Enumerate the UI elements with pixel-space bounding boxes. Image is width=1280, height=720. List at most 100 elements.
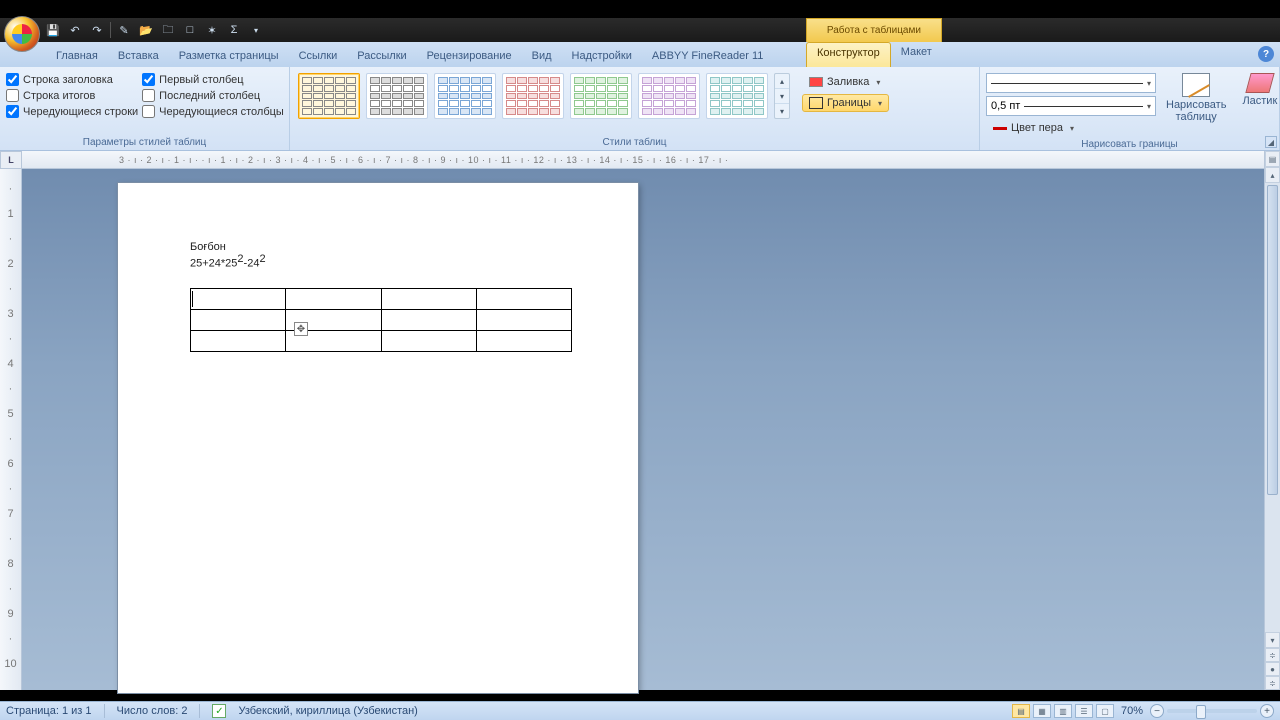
redo-icon[interactable]: ↷	[88, 21, 106, 39]
fullscreen-view-icon[interactable]: ▦	[1033, 704, 1051, 718]
vertical-ruler[interactable]: ·1·2·3·4·5·6·7·8·9·10	[0, 169, 22, 690]
zoom-in-icon[interactable]: +	[1260, 704, 1274, 718]
scroll-down-icon[interactable]: ▾	[1265, 632, 1280, 648]
pen-weight-combo[interactable]: 0,5 пт▾	[986, 96, 1156, 116]
table-tools-context: Работа с таблицами Конструктор Макет	[806, 18, 942, 67]
group-draw-borders: ▾ 0,5 пт▾ Цвет пера Нарисовать таблицу Л…	[980, 67, 1280, 150]
gallery-more-icon[interactable]: ▾	[775, 104, 789, 118]
tab-layout[interactable]: Разметка страницы	[169, 46, 289, 67]
status-words[interactable]: Число слов: 2	[117, 705, 188, 717]
table-row[interactable]	[191, 309, 572, 330]
zoom-level[interactable]: 70%	[1121, 705, 1143, 717]
help-icon[interactable]: ?	[1258, 46, 1274, 62]
undo-icon[interactable]: ↶	[66, 21, 84, 39]
table-style-4[interactable]	[502, 73, 564, 119]
pen-style-combo[interactable]: ▾	[986, 73, 1156, 93]
context-header: Работа с таблицами	[806, 18, 942, 42]
ruler-marks: 3 · ı · 2 · ı · 1 · ı · · ı · 1 · ı · 2 …	[119, 151, 728, 168]
title-bar	[0, 0, 1280, 18]
tab-review[interactable]: Рецензирование	[417, 46, 522, 67]
separator	[199, 704, 200, 718]
zoom-out-icon[interactable]: −	[1150, 704, 1164, 718]
horizontal-ruler[interactable]: 3 · ı · 2 · ı · 1 · ı · · ı · 1 · ı · 2 …	[22, 151, 1264, 169]
dialog-launcher-icon[interactable]: ◢	[1265, 136, 1277, 148]
gallery-scroll[interactable]: ▴▾▾	[774, 73, 790, 119]
chk-last-col[interactable]: Последний столбец	[142, 89, 284, 102]
document-table[interactable]	[190, 288, 572, 352]
save-icon[interactable]: 💾	[44, 21, 62, 39]
outline-view-icon[interactable]: ☰	[1075, 704, 1093, 718]
page-body[interactable]: Боғбон 25+24*252-242	[118, 183, 638, 352]
chk-banded-rows[interactable]: Чередующиеся строки	[6, 105, 138, 118]
tab-design[interactable]: Конструктор	[806, 42, 891, 67]
chk-total-row[interactable]: Строка итогов	[6, 89, 138, 102]
draw-table-icon	[1182, 73, 1210, 97]
shading-button[interactable]: Заливка	[802, 73, 889, 91]
status-language[interactable]: Узбекский, кириллица (Узбекистан)	[238, 705, 417, 717]
group-title: Нарисовать границы	[986, 137, 1273, 150]
web-view-icon[interactable]: ▥	[1054, 704, 1072, 718]
vertical-scrollbar[interactable]: ▤ ▴ ▾ ≑ ● ≑	[1264, 151, 1280, 690]
scroll-down-icon[interactable]: ▾	[775, 89, 789, 104]
zoom-slider[interactable]	[1167, 709, 1257, 713]
quick-access-toolbar: 💾 ↶ ↷ ✎ 📂 🗀 □ ✶ Σ ▾	[0, 18, 1280, 42]
border-icon	[809, 97, 823, 109]
tab-addins[interactable]: Надстройки	[562, 46, 642, 67]
next-page-icon[interactable]: ≑	[1265, 676, 1280, 690]
styles-gallery: ▴▾▾	[296, 71, 792, 121]
table-style-1[interactable]	[298, 73, 360, 119]
workspace: L 3 · ı · 2 · ı · 1 · ı · · ı · 1 · ı · …	[0, 151, 1280, 690]
folder-icon[interactable]: 🗀	[159, 21, 177, 39]
scroll-up-icon[interactable]: ▴	[775, 74, 789, 89]
status-page[interactable]: Страница: 1 из 1	[6, 705, 92, 717]
chk-first-col[interactable]: Первый столбец	[142, 73, 284, 86]
formula-line[interactable]: 25+24*252-242	[190, 253, 572, 270]
tab-home[interactable]: Главная	[46, 46, 108, 67]
group-table-style-options: Строка заголовка Строка итогов Чередующи…	[0, 67, 290, 150]
qat-icon[interactable]: ✶	[203, 21, 221, 39]
table-style-3[interactable]	[434, 73, 496, 119]
pen-color-button[interactable]: Цвет пера	[986, 119, 1156, 137]
draft-view-icon[interactable]: ▢	[1096, 704, 1114, 718]
table-style-6[interactable]	[638, 73, 700, 119]
tab-table-layout[interactable]: Макет	[891, 42, 942, 67]
print-layout-view-icon[interactable]: ▤	[1012, 704, 1030, 718]
scroll-thumb[interactable]	[1267, 185, 1278, 495]
draw-table-button[interactable]: Нарисовать таблицу	[1160, 71, 1232, 125]
browse-object-icon[interactable]: ●	[1265, 662, 1280, 676]
qat-icon[interactable]: ✎	[115, 21, 133, 39]
open-icon[interactable]: 📂	[137, 21, 155, 39]
eraser-icon	[1245, 73, 1274, 93]
ruler-marks: ·1·2·3·4·5·6·7·8·9·10	[0, 183, 21, 683]
tab-insert[interactable]: Вставка	[108, 46, 169, 67]
sigma-icon[interactable]: Σ	[225, 21, 243, 39]
separator	[104, 704, 105, 718]
document-page[interactable]: Боғбон 25+24*252-242 ✥	[118, 183, 638, 693]
tab-references[interactable]: Ссылки	[289, 46, 348, 67]
spellcheck-icon[interactable]: ✓	[212, 704, 226, 718]
group-table-styles: ▴▾▾ Заливка Границы Стили таблиц	[290, 67, 980, 150]
office-button[interactable]	[4, 16, 40, 52]
tab-selector[interactable]: L	[0, 151, 22, 169]
tab-view[interactable]: Вид	[522, 46, 562, 67]
borders-button[interactable]: Границы	[802, 94, 889, 112]
text-line[interactable]: Боғбон	[190, 241, 572, 253]
qat-more-icon[interactable]: ▾	[247, 21, 265, 39]
table-style-7[interactable]	[706, 73, 768, 119]
tab-abbyy[interactable]: ABBYY FineReader 11	[642, 46, 774, 67]
chk-header-row[interactable]: Строка заголовка	[6, 73, 138, 86]
scroll-track[interactable]	[1265, 183, 1280, 632]
table-style-2[interactable]	[366, 73, 428, 119]
new-icon[interactable]: □	[181, 21, 199, 39]
scroll-up-icon[interactable]: ▴	[1265, 167, 1280, 183]
prev-page-icon[interactable]: ≑	[1265, 648, 1280, 662]
table-move-handle[interactable]: ✥	[294, 322, 308, 336]
chk-banded-cols[interactable]: Чередующиеся столбцы	[142, 105, 284, 118]
ruler-toggle-icon[interactable]: ▤	[1265, 151, 1280, 167]
eraser-button[interactable]: Ластик	[1236, 71, 1280, 109]
ribbon-tabs: Главная Вставка Разметка страницы Ссылки…	[0, 42, 1280, 67]
table-row[interactable]	[191, 330, 572, 351]
table-row[interactable]	[191, 288, 572, 309]
table-style-5[interactable]	[570, 73, 632, 119]
tab-mailings[interactable]: Рассылки	[347, 46, 416, 67]
